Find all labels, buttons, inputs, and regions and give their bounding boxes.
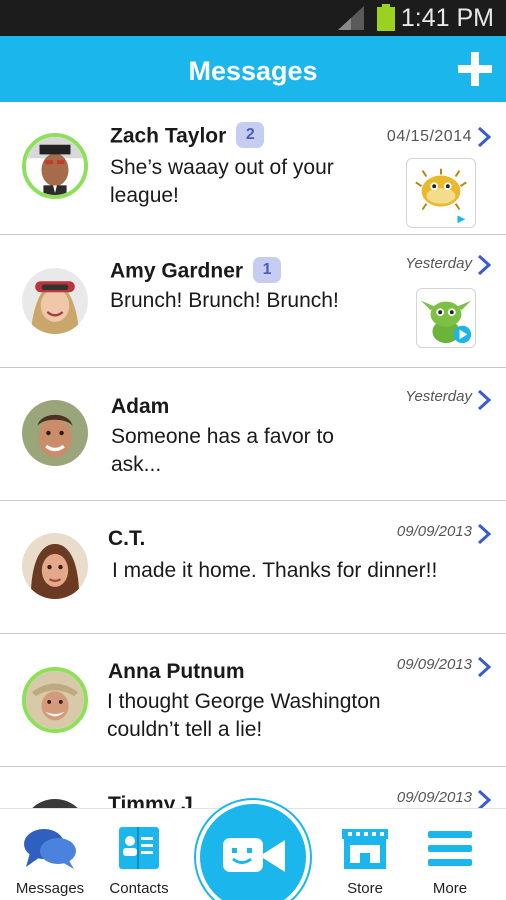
chevron-right-icon[interactable] <box>476 254 492 276</box>
avatar <box>22 400 88 466</box>
conversation-row[interactable]: Zach Taylor 2 She’s waaay out of your lea… <box>0 102 506 235</box>
message-preview: Brunch! Brunch! Brunch! <box>110 289 339 312</box>
message-date: 09/09/2013 <box>396 656 472 673</box>
attachment-thumbnail[interactable] <box>406 158 476 228</box>
chevron-right-icon[interactable] <box>476 126 492 148</box>
conversation-list[interactable]: Zach Taylor 2 She’s waaay out of your lea… <box>0 102 506 808</box>
chevron-right-icon[interactable] <box>476 389 492 411</box>
contact-name: Amy Gardner 1 <box>110 257 282 285</box>
unread-badge: 1 <box>253 257 282 283</box>
message-preview: Someone has a favor to ask... <box>111 425 334 476</box>
chevron-right-icon[interactable] <box>476 789 492 808</box>
signal-icon <box>338 6 364 30</box>
message-preview: I thought George Washington couldn’t tel… <box>107 690 381 741</box>
conversation-row[interactable]: Amy Gardner 1 Brunch! Brunch! Brunch! Yes… <box>0 235 506 368</box>
nav-contacts[interactable]: Contacts <box>96 809 182 900</box>
nav-label: Messages <box>15 880 85 897</box>
plus-icon[interactable] <box>456 50 494 88</box>
chevron-right-icon[interactable] <box>476 656 492 678</box>
nav-label: Store <box>347 880 383 897</box>
contact-name: C.T. <box>108 527 146 550</box>
message-preview: She’s waaay out of your league! <box>110 156 334 207</box>
contact-name: Timmy J <box>108 793 193 808</box>
battery-icon <box>377 4 395 31</box>
page-title: Messages <box>188 56 318 86</box>
unread-badge: 2 <box>236 122 265 148</box>
avatar <box>22 133 88 199</box>
app-header: Messages <box>0 36 506 102</box>
message-date: 04/15/2014 <box>386 128 472 145</box>
nav-label: More <box>432 880 468 897</box>
store-icon <box>342 829 388 869</box>
status-bar: 1:41 PM <box>0 0 506 36</box>
green-creature-icon <box>420 300 472 344</box>
conversation-row[interactable]: C.T. I made it home. Thanks for dinner!!… <box>0 501 506 634</box>
avatar <box>22 533 88 599</box>
contact-name: Adam <box>111 395 170 418</box>
nav-messages[interactable]: Messages <box>6 809 94 900</box>
conversation-row[interactable]: Adam Someone has a favor to ask... Yeste… <box>0 368 506 501</box>
message-date: Yesterday <box>405 255 472 272</box>
avatar <box>22 799 88 808</box>
avatar <box>22 667 88 733</box>
chevron-right-icon[interactable] <box>476 523 492 545</box>
attachment-thumbnail[interactable] <box>416 288 476 348</box>
contact-name: Zach Taylor 2 <box>110 122 265 150</box>
video-camera-icon <box>223 838 285 872</box>
address-book-icon <box>119 827 159 869</box>
nav-more[interactable]: More <box>408 809 492 900</box>
pufferfish-icon <box>415 168 467 224</box>
nav-store[interactable]: Store <box>322 809 408 900</box>
message-preview: I made it home. Thanks for dinner!! <box>112 559 438 582</box>
nav-label: Contacts <box>109 880 169 897</box>
message-date: 09/09/2013 <box>396 523 472 540</box>
chat-bubbles-icon <box>24 829 76 869</box>
message-date: 09/09/2013 <box>396 789 472 806</box>
avatar <box>22 268 88 334</box>
menu-icon <box>428 831 472 866</box>
status-time: 1:41 PM <box>400 4 494 32</box>
conversation-row[interactable]: Anna Putnum I thought George Washington … <box>0 634 506 767</box>
message-date: Yesterday <box>405 388 472 405</box>
contact-name: Anna Putnum <box>108 660 245 683</box>
